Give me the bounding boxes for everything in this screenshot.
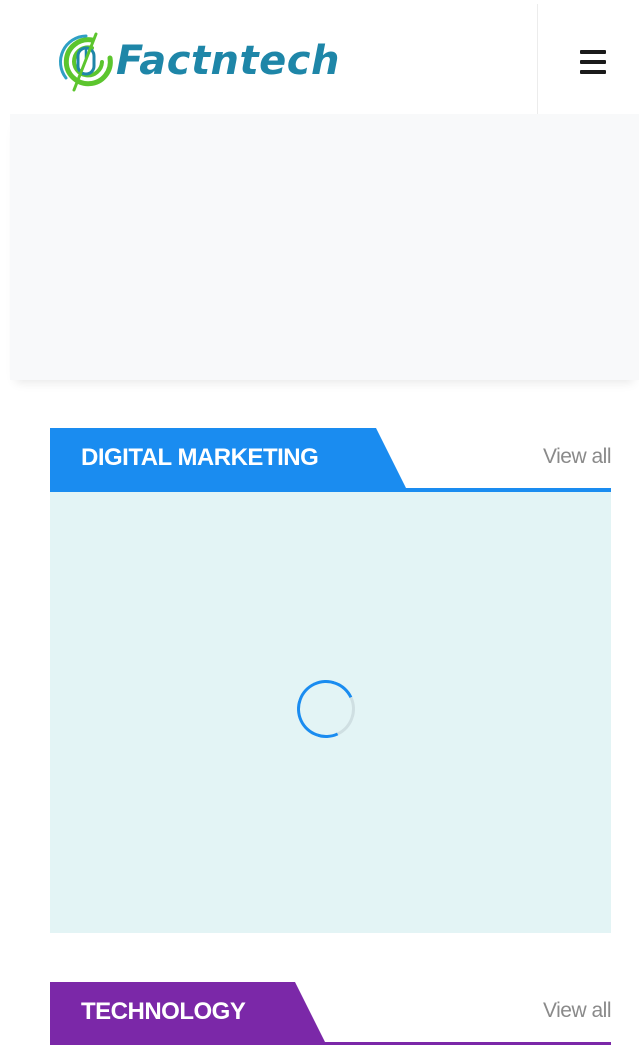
section-header-technology: TECHNOLOGY View all	[50, 982, 611, 1045]
ad-slot	[10, 114, 639, 380]
site-logo[interactable]: Factntech	[52, 28, 340, 94]
menu-bar	[580, 60, 606, 64]
view-all-link-technology[interactable]: View all	[543, 999, 611, 1023]
digital-marketing-content-panel	[50, 492, 611, 933]
view-all-link-digital-marketing[interactable]: View all	[543, 445, 611, 469]
menu-bar	[580, 50, 606, 54]
header-divider	[537, 4, 538, 114]
loading-spinner-icon	[288, 671, 364, 747]
section-title-digital-marketing[interactable]: DIGITAL MARKETING	[50, 428, 406, 488]
section-title-technology[interactable]: TECHNOLOGY	[50, 982, 325, 1042]
logo-text: Factntech	[116, 38, 340, 84]
section-header-digital-marketing: DIGITAL MARKETING View all	[50, 428, 611, 492]
page: Factntech DIGITAL MARKETING View all TEC…	[0, 0, 639, 1045]
mouse-target-icon	[59, 32, 113, 92]
site-header: Factntech	[0, 0, 639, 114]
menu-bar	[580, 70, 606, 74]
hamburger-menu-icon[interactable]	[574, 44, 614, 80]
